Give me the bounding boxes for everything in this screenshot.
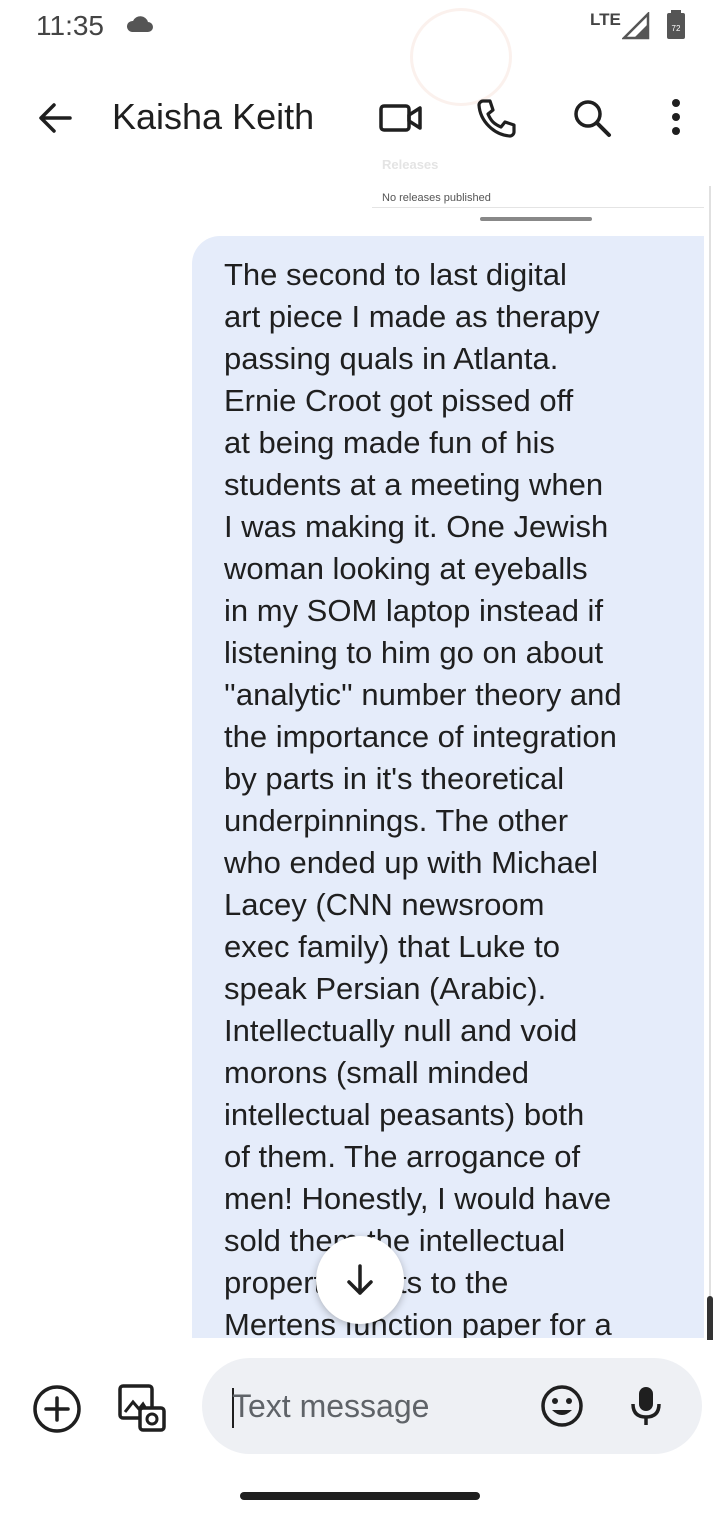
scroll-to-bottom-button[interactable] bbox=[316, 1236, 404, 1324]
battery-icon: 72 bbox=[664, 10, 688, 45]
phone-icon[interactable] bbox=[474, 96, 518, 145]
arrow-down-icon bbox=[347, 1264, 373, 1295]
status-bar: 11:35 LTE 72 bbox=[0, 0, 720, 106]
signal-icon bbox=[620, 10, 650, 45]
message-text: The second to last digital art piece I m… bbox=[224, 257, 622, 1338]
background-releases-text: No releases published bbox=[382, 192, 491, 204]
network-type-label: LTE bbox=[590, 10, 621, 29]
app-bar: Kaisha Keith bbox=[0, 70, 720, 166]
contact-name[interactable]: Kaisha Keith bbox=[112, 96, 314, 138]
compose-bar: Text message bbox=[0, 1340, 720, 1470]
input-placeholder: Text message bbox=[232, 1388, 430, 1424]
back-icon[interactable] bbox=[34, 96, 78, 145]
status-time: 11:35 bbox=[36, 10, 104, 41]
background-handle bbox=[480, 217, 592, 221]
add-attachment-icon[interactable] bbox=[32, 1384, 82, 1439]
search-icon[interactable] bbox=[570, 96, 614, 145]
more-options-icon[interactable] bbox=[662, 96, 690, 145]
scrollbar-track bbox=[709, 186, 711, 1380]
video-call-icon[interactable] bbox=[378, 98, 424, 143]
battery-level-text: 72 bbox=[672, 24, 681, 33]
cloud-icon bbox=[124, 14, 154, 41]
background-divider bbox=[372, 207, 704, 208]
gallery-camera-icon[interactable] bbox=[116, 1382, 168, 1439]
background-section-title: Releases bbox=[382, 157, 439, 172]
gesture-nav-handle[interactable] bbox=[240, 1492, 480, 1500]
microphone-icon[interactable] bbox=[628, 1384, 664, 1433]
message-bubble[interactable]: The second to last digital art piece I m… bbox=[192, 236, 704, 1338]
emoji-icon[interactable] bbox=[540, 1384, 584, 1433]
text-message-input[interactable]: Text message bbox=[202, 1358, 702, 1454]
